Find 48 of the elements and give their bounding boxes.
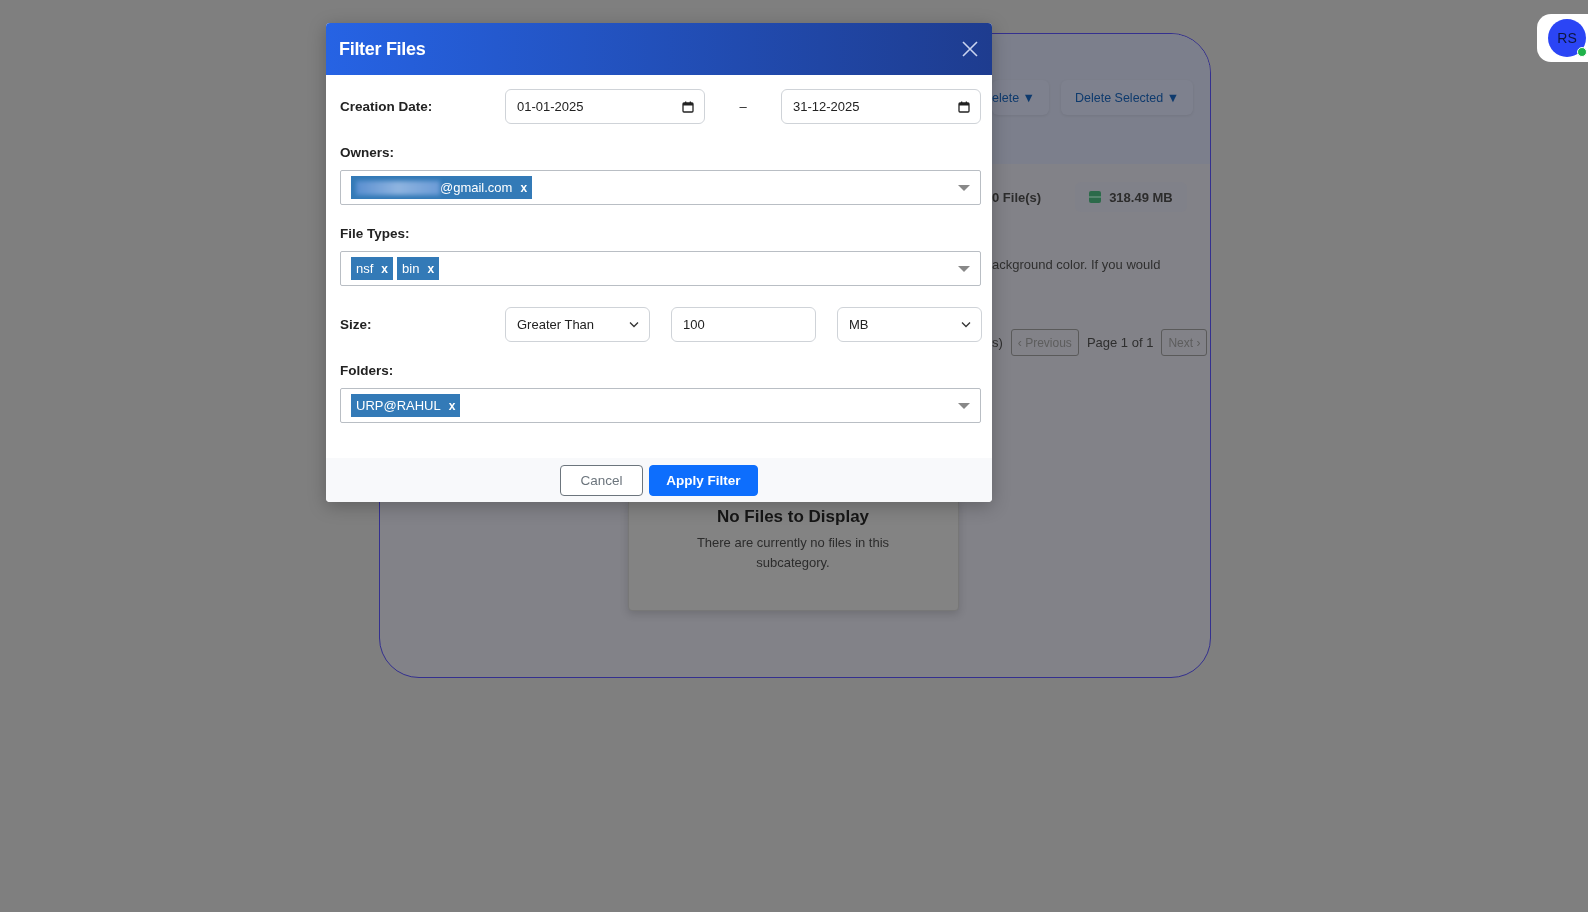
multi-select-field[interactable]: @gmail.com x xyxy=(340,170,981,205)
tag-label: nsf xyxy=(356,261,374,276)
chevron-icon xyxy=(961,321,971,328)
empty-message: There are currently no files in this subcategory. xyxy=(695,534,891,572)
apply-filter-button[interactable]: Apply Filter xyxy=(649,464,758,496)
cancel-button[interactable]: Cancel xyxy=(560,464,643,496)
dropdown-caret-icon xyxy=(958,265,970,272)
range-separator: – xyxy=(738,99,748,114)
date-field[interactable]: 31-12-2025 xyxy=(781,89,981,124)
tag-label: @gmail.com xyxy=(440,180,513,195)
remove-tag-button[interactable]: x xyxy=(520,180,528,195)
chevron-icon xyxy=(629,321,639,328)
selected-tag[interactable]: @gmail.com x xyxy=(351,176,533,199)
notice-text: ackground color. If you would xyxy=(992,257,1162,272)
close-icon xyxy=(962,41,978,57)
empty-title: No Files to Display xyxy=(715,507,871,527)
field-label: Owners: xyxy=(340,145,395,160)
storage-icon xyxy=(1089,191,1102,203)
delete-button[interactable]: elete ▼ xyxy=(992,80,1049,115)
selected-tag[interactable]: bin x xyxy=(397,257,440,280)
field-label: Folders: xyxy=(340,363,395,378)
multi-select-field[interactable]: URP@RAHUL x xyxy=(340,388,981,423)
remove-tag-button[interactable]: x xyxy=(448,398,456,413)
user-avatar[interactable]: RS xyxy=(1548,19,1586,57)
file-count-label: 0 File(s) xyxy=(992,188,1043,207)
calendar-icon xyxy=(682,100,694,113)
unit-select[interactable]: MB xyxy=(837,307,982,342)
multi-select-field[interactable]: nsf x bin x xyxy=(340,251,981,286)
tag-label: bin xyxy=(402,261,420,276)
dropdown-caret-icon xyxy=(958,184,970,191)
dialog-title: Filter Files xyxy=(339,38,426,60)
remove-tag-button[interactable]: x xyxy=(381,261,389,276)
field-label: Size: xyxy=(340,317,373,332)
range-text: s) xyxy=(992,335,1003,350)
delete-button[interactable]: Delete Selected ▼ xyxy=(1060,80,1194,115)
size-input[interactable]: 100 xyxy=(671,307,816,342)
selected-tag[interactable]: URP@RAHUL x xyxy=(351,394,461,417)
date-field[interactable]: 01-01-2025 xyxy=(505,89,705,124)
comparison-select[interactable]: Greater Than xyxy=(505,307,650,342)
remove-tag-button[interactable]: x xyxy=(427,261,435,276)
field-label: Creation Date: xyxy=(340,99,434,114)
calendar-icon xyxy=(958,100,970,113)
selected-tag[interactable]: nsf x xyxy=(351,257,394,280)
page-indicator: Page 1 of 1 xyxy=(1086,335,1154,350)
close-button[interactable] xyxy=(960,39,980,59)
dropdown-caret-icon xyxy=(958,402,970,409)
field-label: File Types: xyxy=(340,226,411,241)
tag-label: URP@RAHUL xyxy=(356,398,441,413)
